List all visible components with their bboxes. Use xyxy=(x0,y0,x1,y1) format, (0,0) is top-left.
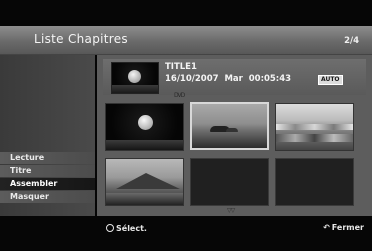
chapter-thumbnail-1[interactable] xyxy=(105,103,184,151)
ground-shape xyxy=(112,85,158,93)
scroll-up-indicator: DVD xyxy=(174,92,185,99)
close-label: Fermer xyxy=(331,223,364,232)
ok-button-icon xyxy=(106,224,114,232)
title-name: TITLE1 xyxy=(165,62,197,72)
title-thumbnail xyxy=(111,62,159,94)
chapter-thumbnail-3[interactable] xyxy=(275,103,354,151)
title-info: TITLE1 16/10/2007 Mar 00:05:43 AUTO xyxy=(103,59,366,95)
mountain-shape xyxy=(116,173,180,189)
moon-icon xyxy=(128,70,141,83)
page-title: Liste Chapitres xyxy=(34,32,128,46)
chapter-slot-empty-6[interactable] xyxy=(275,158,354,206)
options-menu: Lecture Titre Assembler Masquer xyxy=(0,152,95,204)
lake-shape xyxy=(106,193,183,205)
chapter-list-screen: Liste Chapitres 2/4 Lecture Titre Assemb… xyxy=(0,0,372,251)
select-hint[interactable]: Sélect. xyxy=(106,223,147,233)
footer-bar: Sélect. ↶ Fermer xyxy=(0,216,372,251)
page-counter: 2/4 xyxy=(344,36,359,46)
menu-item-titre[interactable]: Titre xyxy=(0,165,95,177)
chapter-thumbnail-4[interactable] xyxy=(105,158,184,206)
chapter-thumbnail-2[interactable] xyxy=(190,102,269,150)
select-label: Sélect. xyxy=(116,224,147,233)
menu-item-lecture[interactable]: Lecture xyxy=(0,152,95,164)
moon-icon xyxy=(138,115,153,130)
chapter-slot-empty-5[interactable] xyxy=(190,158,269,206)
ground-shape xyxy=(106,140,183,150)
header-bar: Liste Chapitres 2/4 xyxy=(0,26,372,55)
title-datetime: 16/10/2007 Mar 00:05:43 xyxy=(165,74,292,84)
auto-badge: AUTO xyxy=(318,75,343,85)
return-icon: ↶ xyxy=(323,223,330,232)
wave-shape xyxy=(276,124,353,130)
menu-item-assembler[interactable]: Assembler xyxy=(0,178,95,190)
scroll-down-indicator: ▽▽ xyxy=(227,207,235,214)
wave-shape xyxy=(276,134,353,142)
close-hint[interactable]: ↶ Fermer xyxy=(323,223,364,232)
rock-shape xyxy=(226,128,238,132)
menu-item-masquer[interactable]: Masquer xyxy=(0,191,95,203)
